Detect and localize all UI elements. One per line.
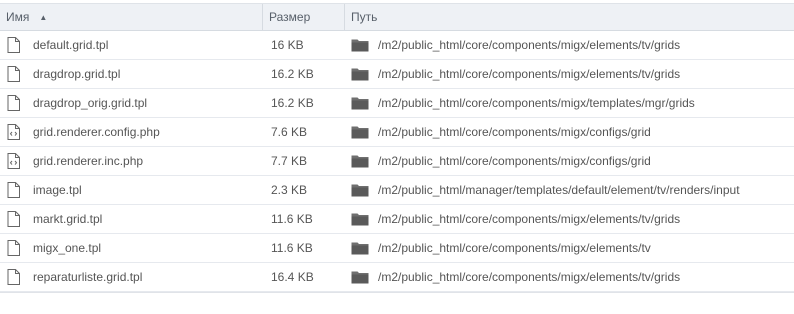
- file-path: /m2/public_html/manager/templates/defaul…: [378, 183, 740, 197]
- table-row[interactable]: image.tpl 2.3 KB /m2/public_html/manager…: [0, 176, 794, 205]
- cell-path: /m2/public_html/core/components/migx/ele…: [345, 241, 794, 255]
- file-search-results-grid: Имя ▲ Размер Путь default.grid.tpl 16 KB…: [0, 0, 794, 314]
- file-size: 16.4 KB: [271, 270, 314, 284]
- file-name: default.grid.tpl: [33, 38, 109, 52]
- file-name: dragdrop_orig.grid.tpl: [33, 96, 148, 110]
- document-icon: [7, 182, 20, 198]
- column-header-path[interactable]: Путь: [345, 4, 794, 30]
- file-size: 7.7 KB: [271, 154, 308, 168]
- column-header-path-label: Путь: [351, 10, 378, 24]
- file-path: /m2/public_html/core/components/migx/con…: [378, 154, 651, 168]
- table-row[interactable]: reparaturliste.grid.tpl 16.4 KB /m2/publ…: [0, 263, 794, 292]
- file-path: /m2/public_html/core/components/migx/ele…: [378, 212, 681, 226]
- sort-ascending-icon: ▲: [39, 12, 48, 22]
- grid-bottom-border: [0, 292, 794, 293]
- cell-name: default.grid.tpl: [0, 37, 263, 53]
- php-file-icon: [7, 153, 20, 169]
- cell-path: /m2/public_html/core/components/migx/ele…: [345, 270, 794, 284]
- file-name: grid.renderer.inc.php: [33, 154, 144, 168]
- file-path: /m2/public_html/core/components/migx/ele…: [378, 67, 681, 81]
- document-icon: [7, 95, 20, 111]
- cell-name: reparaturliste.grid.tpl: [0, 269, 263, 285]
- file-size: 7.6 KB: [271, 125, 308, 139]
- folder-icon: [351, 241, 369, 255]
- folder-icon: [351, 212, 369, 226]
- cell-path: /m2/public_html/core/components/migx/ele…: [345, 38, 794, 52]
- cell-name: grid.renderer.config.php: [0, 124, 263, 140]
- document-icon: [7, 37, 20, 53]
- cell-path: /m2/public_html/core/components/migx/ele…: [345, 212, 794, 226]
- folder-icon: [351, 154, 369, 168]
- table-row[interactable]: dragdrop.grid.tpl 16.2 KB /m2/public_htm…: [0, 60, 794, 89]
- column-header-name-label: Имя: [6, 10, 30, 24]
- table-row[interactable]: grid.renderer.config.php 7.6 KB /m2/publ…: [0, 118, 794, 147]
- document-icon: [7, 240, 20, 256]
- file-size: 11.6 KB: [271, 212, 313, 226]
- cell-path: /m2/public_html/core/components/migx/con…: [345, 154, 794, 168]
- cell-name: dragdrop_orig.grid.tpl: [0, 95, 263, 111]
- folder-icon: [351, 96, 369, 110]
- cell-path: /m2/public_html/core/components/migx/con…: [345, 125, 794, 139]
- file-path: /m2/public_html/core/components/migx/con…: [378, 125, 651, 139]
- folder-icon: [351, 67, 369, 81]
- table-row[interactable]: grid.renderer.inc.php 7.7 KB /m2/public_…: [0, 147, 794, 176]
- file-path: /m2/public_html/core/components/migx/ele…: [378, 241, 651, 255]
- file-path: /m2/public_html/core/components/migx/ele…: [378, 270, 681, 284]
- file-size: 16.2 KB: [271, 67, 314, 81]
- cell-name: grid.renderer.inc.php: [0, 153, 263, 169]
- folder-icon: [351, 125, 369, 139]
- cell-name: markt.grid.tpl: [0, 211, 263, 227]
- column-header-size-label: Размер: [269, 10, 311, 24]
- document-icon: [7, 269, 20, 285]
- cell-path: /m2/public_html/core/components/migx/tem…: [345, 96, 794, 110]
- file-name: reparaturliste.grid.tpl: [33, 270, 143, 284]
- cell-name: image.tpl: [0, 182, 263, 198]
- file-name: migx_one.tpl: [33, 241, 102, 255]
- file-size: 2.3 KB: [271, 183, 308, 197]
- cell-name: dragdrop.grid.tpl: [0, 66, 263, 82]
- file-name: grid.renderer.config.php: [33, 125, 160, 139]
- file-name: markt.grid.tpl: [33, 212, 103, 226]
- folder-icon: [351, 38, 369, 52]
- php-file-icon: [7, 124, 20, 140]
- column-header-size[interactable]: Размер: [263, 4, 345, 30]
- cell-path: /m2/public_html/core/components/migx/ele…: [345, 67, 794, 81]
- file-size: 16 KB: [271, 38, 304, 52]
- cell-name: migx_one.tpl: [0, 240, 263, 256]
- file-path: /m2/public_html/core/components/migx/ele…: [378, 38, 681, 52]
- grid-body: default.grid.tpl 16 KB /m2/public_html/c…: [0, 31, 794, 292]
- grid-header: Имя ▲ Размер Путь: [0, 3, 794, 31]
- table-row[interactable]: migx_one.tpl 11.6 KB /m2/public_html/cor…: [0, 234, 794, 263]
- folder-icon: [351, 270, 369, 284]
- table-row[interactable]: dragdrop_orig.grid.tpl 16.2 KB /m2/publi…: [0, 89, 794, 118]
- file-size: 11.6 KB: [271, 241, 313, 255]
- folder-icon: [351, 183, 369, 197]
- document-icon: [7, 66, 20, 82]
- file-name: image.tpl: [33, 183, 82, 197]
- file-name: dragdrop.grid.tpl: [33, 67, 121, 81]
- file-path: /m2/public_html/core/components/migx/tem…: [378, 96, 695, 110]
- cell-path: /m2/public_html/manager/templates/defaul…: [345, 183, 794, 197]
- table-row[interactable]: markt.grid.tpl 11.6 KB /m2/public_html/c…: [0, 205, 794, 234]
- column-header-name[interactable]: Имя ▲: [0, 4, 263, 30]
- document-icon: [7, 211, 20, 227]
- file-size: 16.2 KB: [271, 96, 314, 110]
- table-row[interactable]: default.grid.tpl 16 KB /m2/public_html/c…: [0, 31, 794, 60]
